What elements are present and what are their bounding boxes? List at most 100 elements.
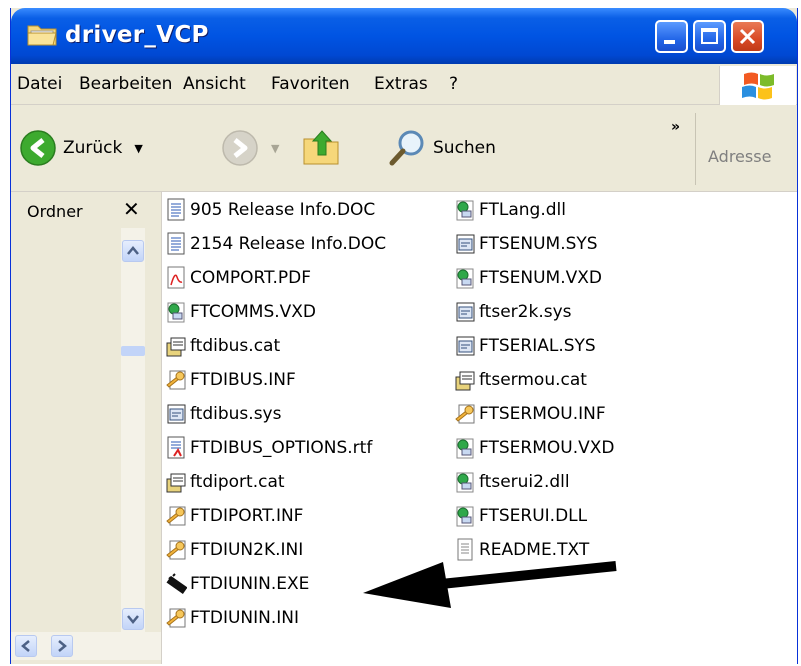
file-item[interactable]: FTDIUN2K.INI (165, 534, 303, 566)
vxd-file-icon (454, 197, 476, 223)
windows-flag-icon (742, 72, 774, 100)
file-name: FTSERMOU.VXD (479, 438, 615, 458)
file-item[interactable]: ftdiport.cat (165, 466, 285, 498)
file-name: FTSERIAL.SYS (479, 336, 596, 356)
file-name: FTCOMMS.VXD (190, 302, 317, 322)
address-label[interactable]: Adresse (708, 147, 771, 166)
file-item[interactable]: FTDIUNIN.INI (165, 602, 299, 634)
back-arrow-icon (20, 130, 56, 166)
file-item[interactable]: ftdibus.cat (165, 330, 280, 362)
scroll-up-button[interactable] (122, 240, 144, 262)
file-item[interactable]: FTCOMMS.VXD (165, 296, 316, 328)
file-item[interactable]: FTSERMOU.INF (454, 398, 606, 430)
file-item[interactable]: FTDIPORT.INF (165, 500, 303, 532)
content-area: Ordner ✕ 905 Release Info.DOC 2154 Releas… (11, 192, 797, 664)
separator (695, 113, 696, 185)
file-name: FTDIUNIN.INI (190, 608, 300, 628)
cat-file-icon (454, 367, 476, 393)
file-item[interactable]: ftdibus.sys (165, 398, 281, 430)
search-icon (389, 130, 424, 166)
file-name: FTSERMOU.INF (479, 404, 606, 424)
back-dropdown-icon[interactable]: ▼ (134, 142, 142, 155)
forward-dropdown-icon[interactable]: ▼ (271, 142, 279, 155)
file-name: FTSERUI.DLL (479, 506, 588, 526)
vxd-file-icon (454, 503, 476, 529)
minimize-button[interactable] (655, 20, 688, 53)
menu-ansicht[interactable]: Ansicht (183, 74, 246, 94)
file-name: README.TXT (479, 540, 590, 560)
close-icon (739, 28, 756, 45)
file-name: FTLang.dll (479, 200, 566, 220)
menu-bar: Datei Bearbeiten Ansicht Favoriten Extra… (11, 64, 797, 105)
file-item[interactable]: FTDIUNIN.EXE (165, 568, 309, 600)
file-name: ftser2k.sys (479, 302, 572, 322)
file-item[interactable]: FTDIBUS_OPTIONS.rtf (165, 432, 372, 464)
folder-pane-close-icon[interactable]: ✕ (123, 197, 140, 221)
doc-file-icon (165, 197, 187, 223)
windows-logo (719, 66, 796, 106)
vxd-file-icon (165, 299, 187, 325)
maximize-button[interactable] (693, 20, 726, 53)
chevron-down-icon (127, 615, 139, 624)
file-name: ftdibus.sys (190, 404, 282, 424)
file-item[interactable]: ftser2k.sys (454, 296, 572, 328)
horizontal-scrollbar[interactable] (11, 632, 161, 660)
up-folder-button[interactable] (301, 127, 341, 167)
inf-file-icon (165, 503, 187, 529)
folder-pane-scrollbar[interactable] (121, 228, 145, 658)
file-name: FTSENUM.VXD (479, 268, 602, 288)
close-button[interactable] (731, 20, 764, 53)
sys-file-icon (454, 333, 476, 359)
file-name: FTDIBUS_OPTIONS.rtf (190, 438, 373, 458)
scroll-left-button[interactable] (15, 635, 37, 657)
menu-bearbeiten[interactable]: Bearbeiten (79, 74, 172, 94)
file-name: ftsermou.cat (479, 370, 587, 390)
cat-file-icon (165, 333, 187, 359)
txt-file-icon (454, 537, 476, 563)
toolbar-more-icon[interactable]: » (671, 119, 680, 135)
menu-datei[interactable]: Datei (17, 74, 62, 94)
file-item[interactable]: FTSENUM.SYS (454, 228, 598, 260)
inf-file-icon (165, 367, 187, 393)
minimize-icon (664, 40, 675, 44)
scroll-right-button[interactable] (51, 635, 73, 657)
sys-file-icon (454, 299, 476, 325)
menu-favoriten[interactable]: Favoriten (271, 74, 350, 94)
vxd-file-icon (454, 469, 476, 495)
explorer-window: driver_VCP Datei Bearbeiten Ansicht Favo… (10, 8, 798, 664)
inf-file-icon (454, 401, 476, 427)
toolbar: Zurück ▼ ▼ Suchen » Adresse (11, 105, 797, 192)
title-bar[interactable]: driver_VCP (11, 8, 797, 64)
forward-arrow-icon (222, 130, 258, 166)
file-item[interactable]: README.TXT (454, 534, 589, 566)
maximize-icon (701, 28, 718, 44)
folder-icon (27, 25, 57, 46)
back-button[interactable]: Zurück ▼ (19, 129, 143, 167)
search-button[interactable]: Suchen (387, 127, 496, 169)
file-item[interactable]: ftsermou.cat (454, 364, 587, 396)
file-item[interactable]: 2154 Release Info.DOC (165, 228, 386, 260)
menu-extras[interactable]: Extras (374, 74, 428, 94)
file-item[interactable]: FTSERUI.DLL (454, 500, 587, 532)
file-item[interactable]: FTDIBUS.INF (165, 364, 296, 396)
file-item[interactable]: FTSENUM.VXD (454, 262, 602, 294)
folder-pane-title: Ordner (27, 202, 83, 221)
file-name: ftdibus.cat (190, 336, 281, 356)
chevron-right-icon (58, 640, 67, 652)
file-item[interactable]: ftserui2.dll (454, 466, 570, 498)
exe-file-icon (165, 571, 188, 597)
file-item[interactable]: FTLang.dll (454, 194, 566, 226)
up-folder-icon (303, 130, 339, 165)
file-item[interactable]: FTSERIAL.SYS (454, 330, 596, 362)
file-name: COMPORT.PDF (190, 268, 312, 288)
file-item[interactable]: FTSERMOU.VXD (454, 432, 614, 464)
file-name: 2154 Release Info.DOC (190, 234, 387, 254)
scroll-down-button[interactable] (122, 608, 144, 630)
scroll-thumb[interactable] (121, 346, 145, 356)
forward-button[interactable]: ▼ (221, 129, 279, 167)
file-item[interactable]: COMPORT.PDF (165, 262, 311, 294)
doc-file-icon (165, 231, 187, 257)
menu-help[interactable]: ? (449, 74, 458, 94)
file-item[interactable]: 905 Release Info.DOC (165, 194, 375, 226)
cat-file-icon (165, 469, 187, 495)
